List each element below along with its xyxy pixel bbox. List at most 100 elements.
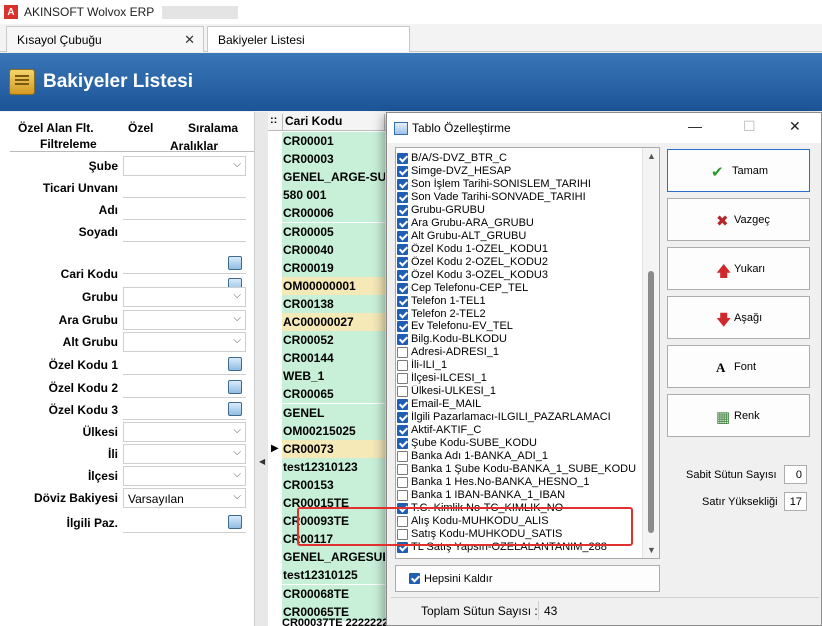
column-checkbox[interactable] bbox=[397, 489, 408, 501]
font-button[interactable]: A Font bbox=[667, 345, 810, 388]
a-a--button[interactable]: 🡇 Aşağı bbox=[667, 296, 810, 339]
table-row[interactable]: CR00040 bbox=[282, 240, 385, 259]
list-item[interactable]: İlçesi-ILCESI_1 bbox=[396, 372, 644, 385]
lookup-icon[interactable] bbox=[228, 515, 242, 529]
remove-all-button[interactable]: Hepsini Kaldır bbox=[395, 565, 660, 592]
list-item[interactable]: Banka 1 Şube Kodu-BANKA_1_SUBE_KODU bbox=[396, 463, 644, 476]
filter-input[interactable] bbox=[123, 378, 246, 398]
filter-input[interactable]: ⌵ bbox=[123, 466, 246, 486]
list-item[interactable]: Aktif-AKTIF_C bbox=[396, 424, 644, 437]
lookup-icon[interactable] bbox=[228, 256, 242, 270]
column-checkbox[interactable] bbox=[397, 191, 408, 203]
row-height-input[interactable]: 17 bbox=[784, 492, 807, 511]
table-row[interactable]: CR00001 bbox=[282, 132, 385, 150]
column-checkbox[interactable] bbox=[397, 295, 408, 307]
table-row[interactable]: GENEL_ARGE-SUB bbox=[282, 168, 385, 187]
list-item[interactable]: Banka 1 IBAN-BANKA_1_IBAN bbox=[396, 489, 644, 502]
tab-araliklar[interactable]: Aralıklar bbox=[170, 139, 218, 153]
list-item[interactable]: B/A/S-DVZ_BTR_C bbox=[396, 152, 644, 165]
list-item[interactable]: Telefon 2-TEL2 bbox=[396, 308, 644, 321]
column-checkbox[interactable] bbox=[397, 425, 408, 437]
lookup-icon[interactable] bbox=[228, 402, 242, 416]
table-row[interactable]: CR00138 bbox=[282, 294, 385, 313]
renk-button[interactable]: ▦ Renk bbox=[667, 394, 810, 437]
close-icon[interactable]: ✕ bbox=[789, 118, 801, 135]
column-checkbox[interactable] bbox=[397, 178, 408, 190]
list-item[interactable]: Banka 1 Hes.No-BANKA_HESNO_1 bbox=[396, 476, 644, 489]
filter-input[interactable]: ⌵ bbox=[123, 422, 246, 442]
column-checkbox[interactable] bbox=[397, 256, 408, 268]
yukar--button[interactable]: 🡅 Yukarı bbox=[667, 247, 810, 290]
scrollbar-thumb[interactable] bbox=[648, 271, 654, 533]
list-item[interactable]: Ev Telefonu-EV_TEL bbox=[396, 320, 644, 333]
column-checkbox[interactable] bbox=[397, 308, 408, 320]
filter-input[interactable] bbox=[123, 222, 246, 242]
remove-all-checkbox[interactable] bbox=[409, 573, 420, 584]
table-row[interactable]: CR00052 bbox=[282, 331, 385, 350]
column-checkbox[interactable] bbox=[397, 282, 408, 294]
list-item[interactable]: Şube Kodu-SUBE_KODU bbox=[396, 437, 644, 450]
chevron-down-icon[interactable]: ⌵ bbox=[233, 335, 241, 346]
column-checkbox[interactable] bbox=[397, 269, 408, 281]
panel-splitter[interactable]: ◀ bbox=[254, 112, 268, 626]
table-row[interactable]: CR00003 bbox=[282, 150, 385, 169]
close-icon[interactable]: ✕ bbox=[184, 32, 195, 48]
list-item[interactable]: Simge-DVZ_HESAP bbox=[396, 165, 644, 178]
column-checkbox[interactable] bbox=[397, 386, 408, 398]
column-header-cari-kodu[interactable]: Cari Kodu bbox=[282, 114, 385, 130]
column-checkbox[interactable] bbox=[397, 399, 408, 411]
table-row[interactable]: test12310123 bbox=[282, 457, 385, 476]
chevron-down-icon[interactable]: ⌵ bbox=[233, 159, 241, 170]
list-item[interactable]: Telefon 1-TEL1 bbox=[396, 295, 644, 308]
list-item[interactable]: Özel Kodu 2-OZEL_KODU2 bbox=[396, 256, 644, 269]
tab-filtreleme[interactable]: Filtreleme bbox=[40, 137, 97, 151]
tab-siralama[interactable]: Sıralama bbox=[188, 121, 238, 135]
filter-input[interactable] bbox=[123, 178, 246, 198]
column-checkbox[interactable] bbox=[397, 438, 408, 450]
column-checkbox[interactable] bbox=[397, 217, 408, 229]
column-checklist[interactable]: B/A/S-DVZ_BTR_C Simge-DVZ_HESAP Son İşlem … bbox=[395, 147, 660, 559]
lookup-icon[interactable] bbox=[228, 357, 242, 371]
list-item[interactable]: Grubu-GRUBU bbox=[396, 204, 644, 217]
vazge--button[interactable]: ✖ Vazgeç bbox=[667, 198, 810, 241]
collapse-arrow-icon[interactable]: ◀ bbox=[259, 457, 265, 466]
chevron-down-icon[interactable]: ⌵ bbox=[233, 447, 241, 458]
column-checkbox[interactable] bbox=[397, 153, 408, 164]
filter-input[interactable]: ⌵ bbox=[123, 156, 246, 176]
column-checkbox[interactable] bbox=[397, 165, 408, 177]
table-row[interactable]: AC00000027 bbox=[282, 313, 385, 331]
table-row[interactable]: GENEL_ARGESUBE bbox=[282, 548, 385, 567]
minimize-icon[interactable]: — bbox=[688, 118, 702, 134]
lookup-icon[interactable] bbox=[228, 380, 242, 394]
filter-input[interactable] bbox=[123, 400, 246, 420]
column-checkbox[interactable] bbox=[397, 347, 408, 359]
filter-input[interactable]: ⌵ bbox=[123, 444, 246, 464]
chevron-down-icon[interactable]: ⌵ bbox=[233, 290, 241, 301]
table-row[interactable]: CR00153 bbox=[282, 475, 385, 494]
chevron-down-icon[interactable]: ⌵ bbox=[233, 469, 241, 480]
tamam-button[interactable]: ✔ Tamam bbox=[667, 149, 810, 192]
column-checkbox[interactable] bbox=[397, 412, 408, 424]
filter-input[interactable] bbox=[123, 200, 246, 220]
table-row[interactable]: 580 001 bbox=[282, 186, 385, 205]
table-row[interactable]: test12310125 bbox=[282, 566, 385, 585]
filter-input[interactable]: ⌵ bbox=[123, 332, 246, 352]
chevron-down-icon[interactable]: ⌵ bbox=[233, 313, 241, 324]
table-row[interactable]: CR00019 bbox=[282, 258, 385, 277]
list-item[interactable]: Ülkesi-ULKESI_1 bbox=[396, 385, 644, 398]
table-row[interactable]: CR00144 bbox=[282, 349, 385, 368]
column-checkbox[interactable] bbox=[397, 373, 408, 385]
column-chooser-icon[interactable]: :: bbox=[270, 114, 277, 126]
column-checkbox[interactable] bbox=[397, 230, 408, 242]
filter-input[interactable] bbox=[123, 254, 246, 274]
scroll-down-icon[interactable]: ▼ bbox=[647, 545, 656, 555]
list-item[interactable]: Son İşlem Tarihi-SONISLEM_TARIHI bbox=[396, 178, 644, 191]
filter-input[interactable]: ⌵ bbox=[123, 287, 246, 307]
list-item[interactable]: İlgili Pazarlamacı-ILGILI_PAZARLAMACI bbox=[396, 411, 644, 424]
list-item[interactable]: Ara Grubu-ARA_GRUBU bbox=[396, 217, 644, 230]
chevron-down-icon[interactable]: ⌵ bbox=[233, 425, 241, 436]
column-checkbox[interactable] bbox=[397, 321, 408, 333]
fixed-column-count-input[interactable]: 0 bbox=[784, 465, 807, 484]
table-row[interactable]: CR00073 bbox=[282, 439, 385, 458]
table-row[interactable]: OM00000001 bbox=[282, 276, 385, 295]
